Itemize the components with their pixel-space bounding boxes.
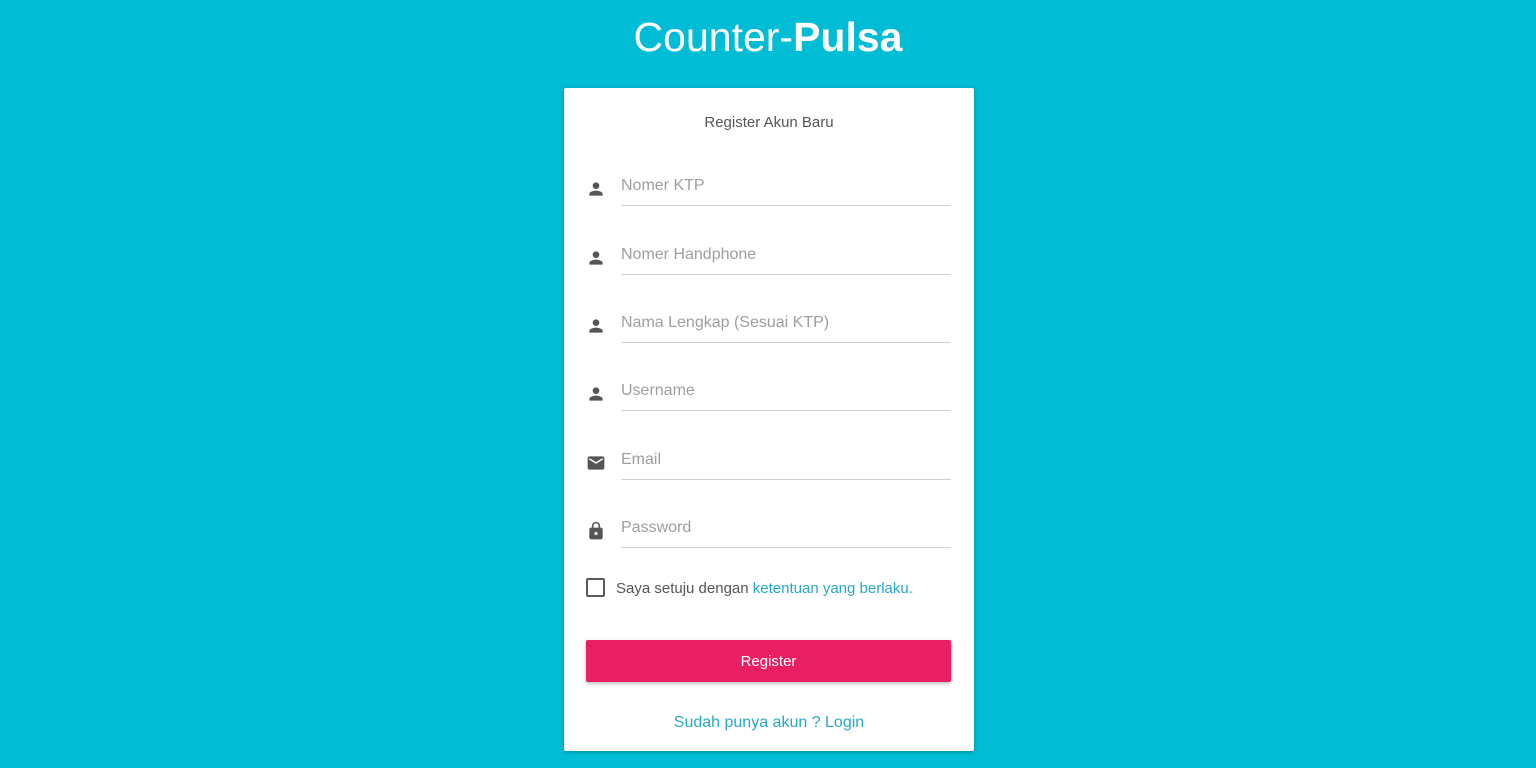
form-title: Register Akun Baru	[704, 114, 834, 131]
logo-text-regular: Counter-	[633, 14, 794, 60]
lock-icon	[586, 521, 606, 541]
email-field	[586, 441, 951, 481]
username-input[interactable]	[621, 372, 951, 411]
agree-label: Saya setuju dengan ketentuan yang berlak…	[616, 580, 913, 597]
password-field	[586, 509, 951, 549]
agree-text: Saya setuju dengan	[616, 580, 753, 597]
person-icon	[586, 248, 606, 268]
app-logo: Counter-Pulsa	[0, 12, 1536, 62]
person-icon	[586, 179, 606, 199]
ktp-field	[586, 167, 951, 207]
login-link[interactable]: Sudah punya akun ? Login	[564, 714, 974, 732]
handphone-field	[586, 236, 951, 276]
register-button[interactable]: Register	[586, 640, 951, 682]
fullname-field	[586, 304, 951, 344]
email-input[interactable]	[621, 441, 951, 480]
ktp-input[interactable]	[621, 167, 951, 206]
logo-text-bold: Pulsa	[793, 14, 903, 60]
agree-checkbox[interactable]	[586, 578, 605, 597]
password-input[interactable]	[621, 509, 951, 548]
terms-link[interactable]: ketentuan yang berlaku.	[753, 580, 913, 597]
register-card: Register Akun Baru Nomer KTP Nomer Handp…	[564, 88, 974, 751]
person-icon	[586, 316, 606, 336]
person-icon	[586, 384, 606, 404]
username-field	[586, 372, 951, 412]
email-icon	[586, 453, 606, 473]
handphone-input[interactable]	[621, 236, 951, 275]
fullname-input[interactable]	[621, 304, 951, 343]
